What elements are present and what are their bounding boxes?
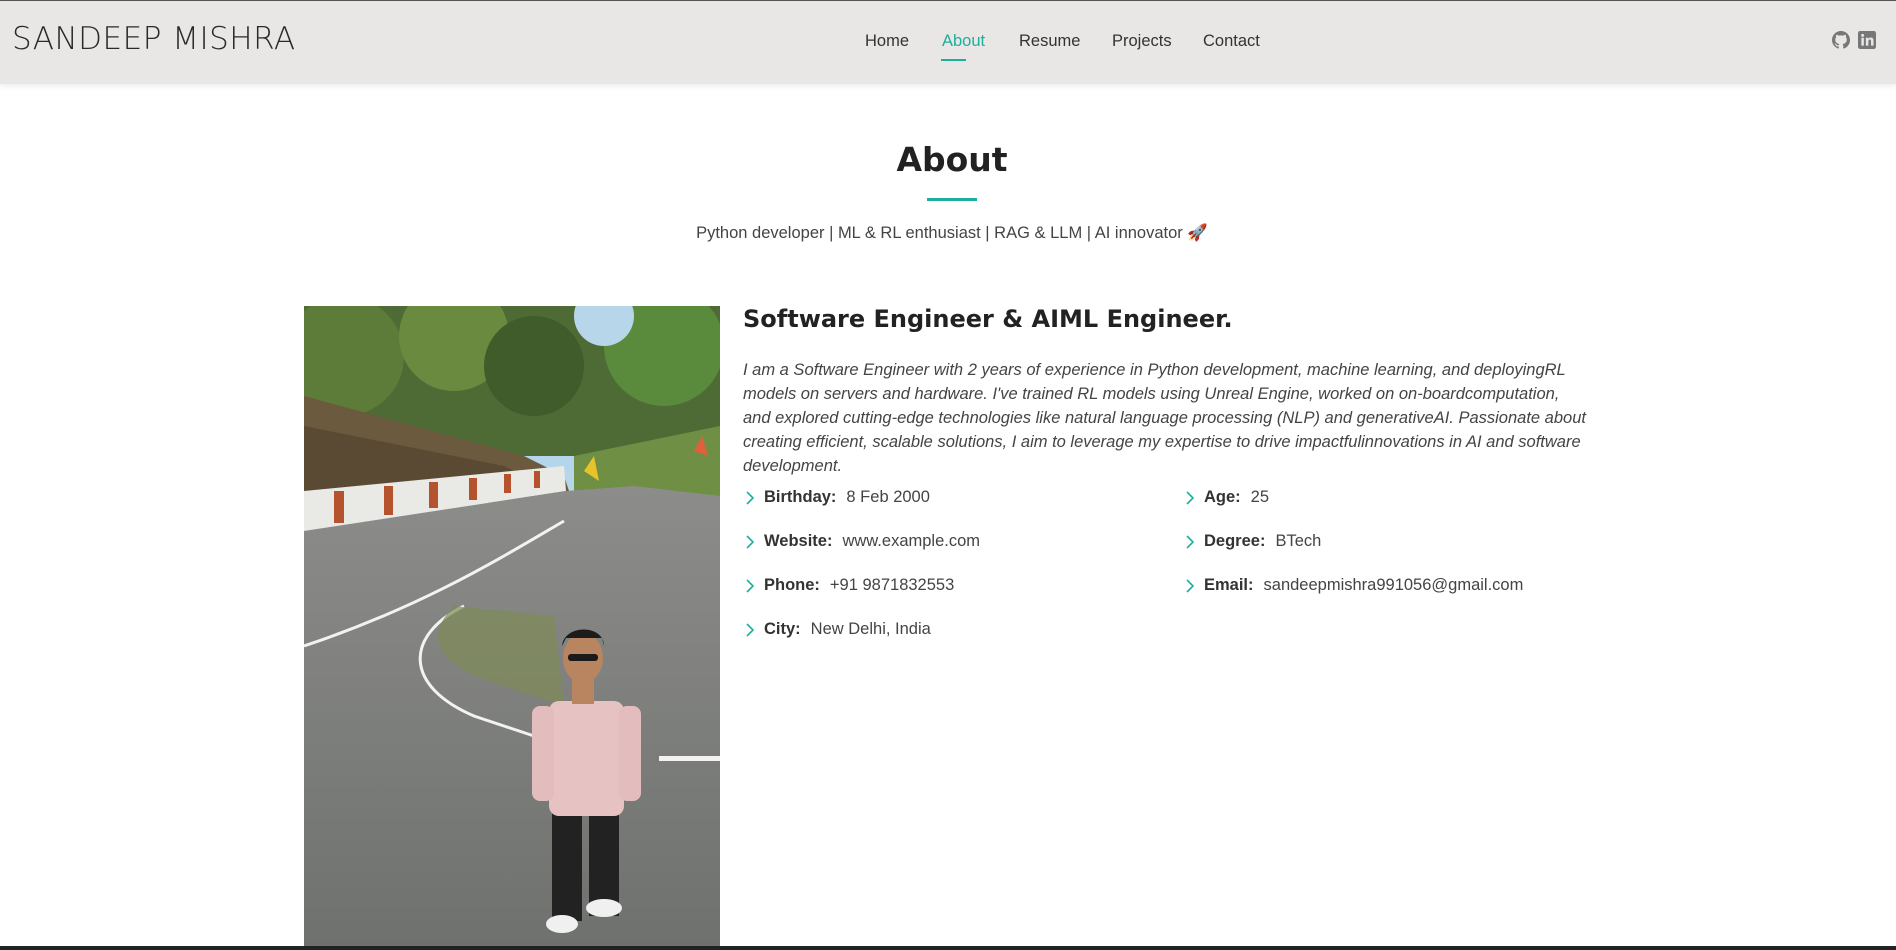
- nav-about[interactable]: About: [942, 32, 985, 51]
- bottom-edge-bar: [0, 946, 1896, 950]
- nav-active-indicator: [941, 59, 966, 61]
- info-label: Website:: [764, 532, 833, 550]
- chevron-right-icon: [1186, 490, 1195, 505]
- profile-photo: [304, 306, 720, 946]
- chevron-right-icon: [1186, 534, 1195, 549]
- info-label: City:: [764, 620, 801, 638]
- info-value: 8 Feb 2000: [846, 488, 930, 506]
- info-birthday: Birthday: 8 Feb 2000: [743, 488, 930, 507]
- chevron-right-icon: [746, 578, 755, 593]
- chevron-right-icon: [746, 490, 755, 505]
- site-header: SANDEEP MISHRA Home About Resume Project…: [0, 0, 1896, 84]
- nav-home[interactable]: Home: [865, 32, 909, 51]
- info-degree: Degree: BTech: [1183, 532, 1321, 551]
- chevron-right-icon: [1186, 578, 1195, 593]
- linkedin-icon[interactable]: [1858, 31, 1878, 51]
- info-phone: Phone: +91 9871832553: [743, 576, 954, 595]
- main-nav: Home About Resume Projects Contact: [0, 1, 1896, 85]
- info-city: City: New Delhi, India: [743, 620, 931, 639]
- info-label: Age:: [1204, 488, 1241, 506]
- nav-projects[interactable]: Projects: [1112, 32, 1172, 51]
- info-value[interactable]: www.example.com: [842, 532, 980, 551]
- about-heading: Software Engineer & AIML Engineer.: [743, 305, 1233, 333]
- info-value: New Delhi, India: [810, 620, 931, 638]
- section-title-underline: [927, 198, 977, 201]
- info-age: Age: 25: [1183, 488, 1269, 507]
- info-value: BTech: [1275, 532, 1322, 550]
- info-value: +91 9871832553: [829, 576, 955, 594]
- info-value: 25: [1250, 488, 1270, 506]
- nav-contact[interactable]: Contact: [1203, 32, 1260, 51]
- section-subtitle: Python developer | ML & RL enthusiast | …: [696, 224, 1208, 242]
- section-title: About: [896, 140, 1008, 179]
- info-website: Website: www.example.com: [743, 532, 980, 551]
- chevron-right-icon: [746, 622, 755, 637]
- info-label: Phone:: [764, 576, 820, 594]
- info-label: Email:: [1204, 576, 1254, 594]
- chevron-right-icon: [746, 534, 755, 549]
- github-icon[interactable]: [1832, 31, 1852, 51]
- info-label: Degree:: [1204, 532, 1266, 550]
- info-label: Birthday:: [764, 488, 837, 506]
- nav-resume[interactable]: Resume: [1019, 32, 1080, 51]
- info-value[interactable]: sandeepmishra991056@gmail.com: [1264, 576, 1524, 595]
- about-bio: I am a Software Engineer with 2 years of…: [743, 361, 1586, 475]
- info-email: Email: sandeepmishra991056@gmail.com: [1183, 576, 1523, 595]
